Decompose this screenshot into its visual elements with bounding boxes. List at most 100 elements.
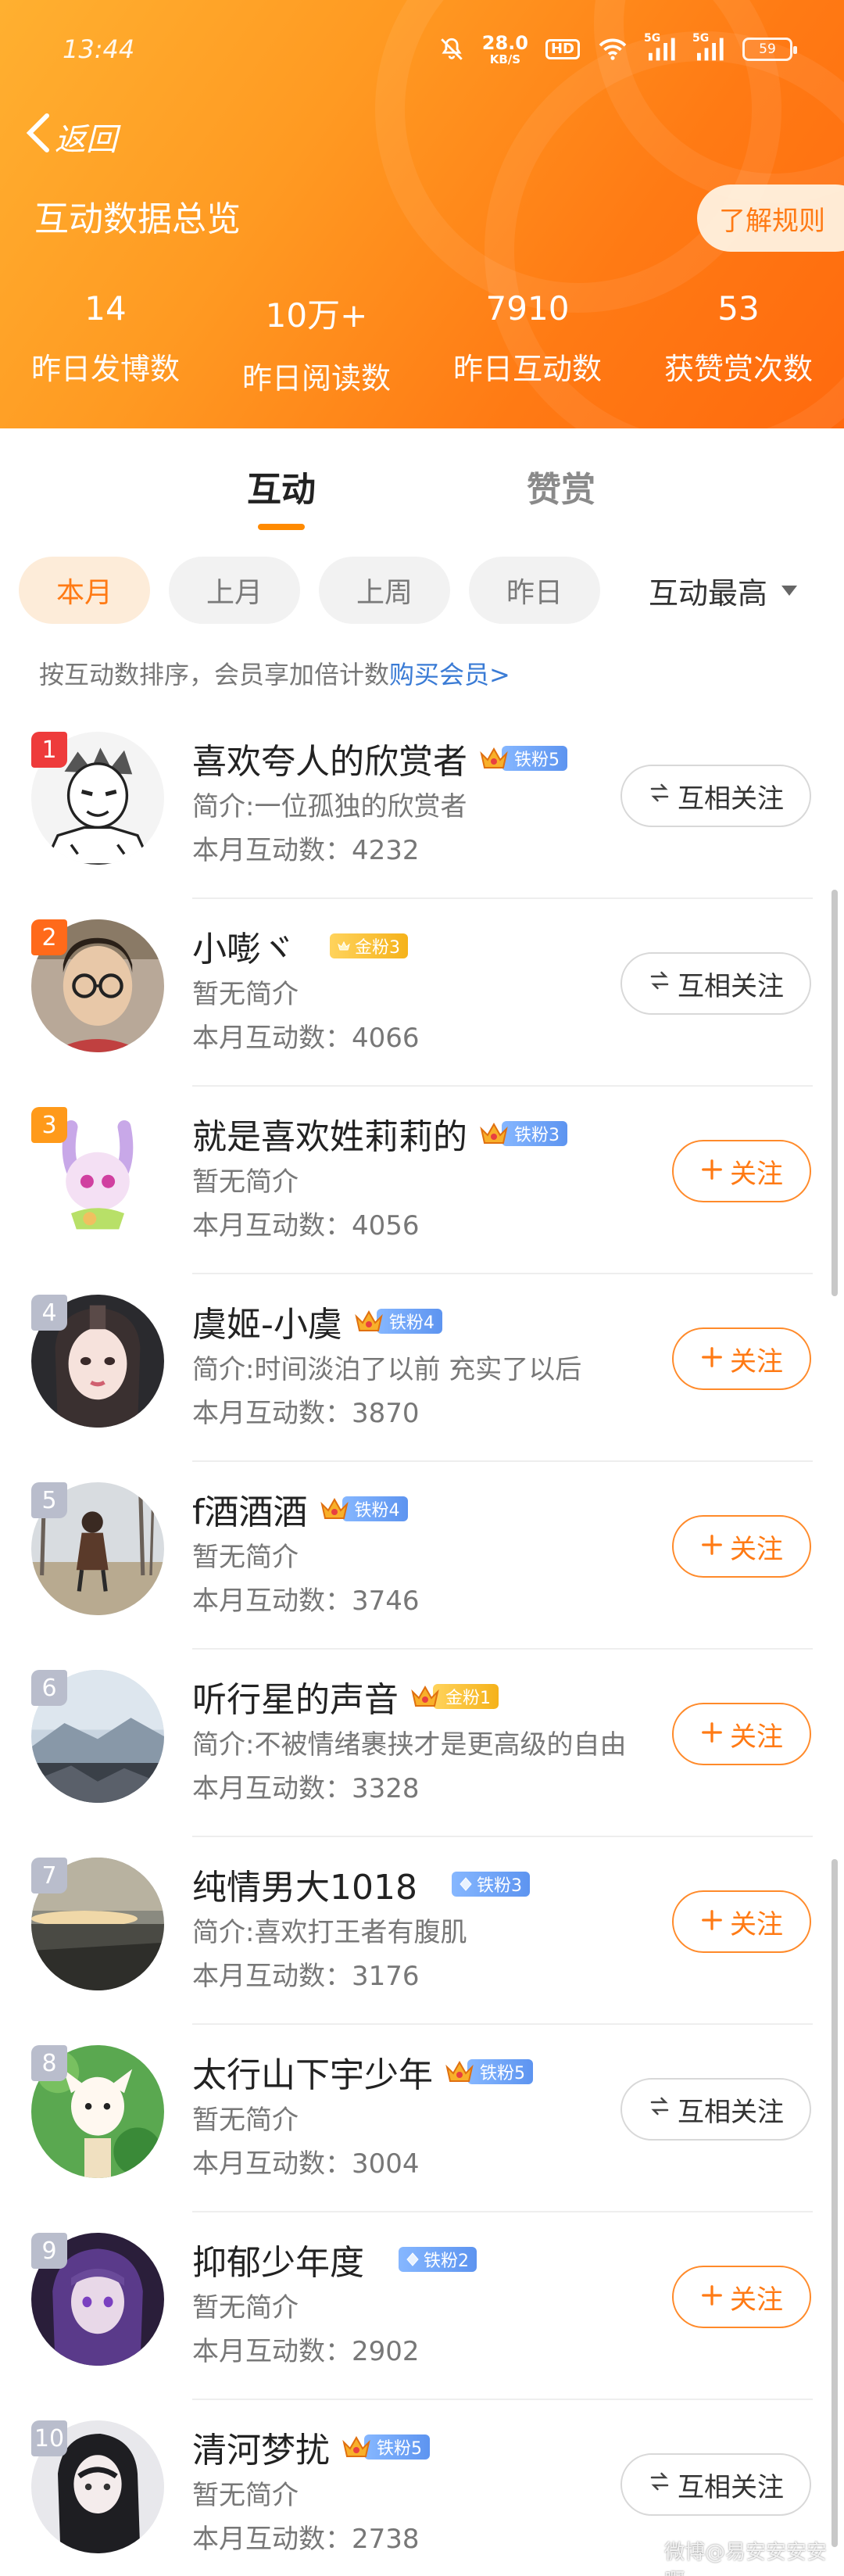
name-line: 抑郁少年度 铁粉2 <box>192 2234 477 2284</box>
mutual-follow-button[interactable]: 互相关注 <box>620 2078 811 2141</box>
crown-icon <box>353 1306 384 1337</box>
follow-label: 关注 <box>730 1908 783 1940</box>
tab-rewards[interactable]: 赞赏 <box>483 461 639 511</box>
swap-arrows-icon <box>648 780 671 811</box>
user-bio: 暂无简介 <box>192 1542 299 1573</box>
follow-button[interactable]: 关注 <box>672 1515 811 1578</box>
user-bio: 暂无简介 <box>192 2480 299 2511</box>
mutual-follow-button[interactable]: 互相关注 <box>620 2453 811 2516</box>
username[interactable]: f酒酒酒 <box>192 1484 308 1534</box>
follow-label: 关注 <box>730 2284 783 2316</box>
list-item[interactable]: 8 太行山下宇少年 铁粉5 暂无简介 本月互动数：3004 互相关注 <box>0 2025 844 2212</box>
scrollbar-thumb-lower[interactable] <box>831 1859 838 2547</box>
back-button[interactable]: 返回 <box>23 109 117 164</box>
username[interactable]: 抑郁少年度 <box>192 2234 364 2284</box>
stat-posts: 14 昨日发博数 <box>0 289 211 397</box>
gold-icon <box>306 930 338 962</box>
net-speed: 28.0 KB/S <box>481 31 528 66</box>
list-item[interactable]: 6 听行星的声音 金粉1 简介:不被情绪裹挟才是更高级的自由 本月互动数：332… <box>0 1650 844 1837</box>
filter-chip-last-week[interactable]: 上周 <box>319 557 450 624</box>
follow-button[interactable]: 关注 <box>672 1140 811 1202</box>
fan-badge: 铁粉4 <box>353 1306 442 1336</box>
tab-bar: 互动 赞赏 <box>0 428 844 530</box>
user-bio: 简介:喜欢打王者有腹肌 <box>192 1917 467 1948</box>
crown-icon <box>478 1118 510 1149</box>
mutual-follow-label: 互相关注 <box>678 970 784 1002</box>
follow-button[interactable]: 关注 <box>672 1327 811 1390</box>
plus-icon <box>700 1343 724 1374</box>
fan-badge: 铁粉3 <box>478 1119 567 1148</box>
list-item[interactable]: 3 就是喜欢姓莉莉的 铁粉3 暂无简介 本月互动数：4056 关注 <box>0 1087 844 1274</box>
fan-level-label: 铁粉5 <box>502 746 567 771</box>
interaction-count: 本月互动数：3004 <box>192 2148 420 2180</box>
list-item[interactable]: 4 虞姬-小虞 铁粉4 简介:时间淡泊了以前 充实了以后 本月互动数：3870 … <box>0 1274 844 1462</box>
interaction-count: 本月互动数：4056 <box>192 1210 420 1241</box>
fan-level-label: 铁粉4 <box>342 1496 408 1521</box>
swap-arrows-icon <box>648 2469 671 2500</box>
interaction-count: 本月互动数：4232 <box>192 835 420 866</box>
username[interactable]: 小嘭ヾ <box>192 921 295 971</box>
follow-button[interactable]: 关注 <box>672 1890 811 1953</box>
interaction-count: 本月互动数：3328 <box>192 1773 420 1804</box>
watermark: 微博@易安安安安啊 <box>664 2541 828 2576</box>
username[interactable]: 纯情男大1018 <box>192 1859 417 1909</box>
list-item[interactable]: 5 f酒酒酒 铁粉4 暂无简介 本月互动数：3746 关注 <box>0 1462 844 1650</box>
status-icons: 28.0 KB/S HD 5G 5G 59 <box>438 30 797 69</box>
fan-badge: 铁粉5 <box>444 2057 533 2087</box>
fan-badge: 金粉3 <box>306 931 408 961</box>
rules-button[interactable]: 了解规则 <box>697 185 844 252</box>
tab-underline <box>258 524 305 530</box>
crown-icon <box>478 743 510 774</box>
interaction-count: 本月互动数：2738 <box>192 2524 420 2555</box>
mutual-follow-button[interactable]: 互相关注 <box>620 765 811 827</box>
back-label: 返回 <box>55 122 117 158</box>
scrollbar-thumb[interactable] <box>831 890 838 1296</box>
mutual-follow-label: 互相关注 <box>678 2096 784 2128</box>
username[interactable]: 清河梦扰 <box>192 2422 330 2472</box>
filter-chip-this-month[interactable]: 本月 <box>19 557 150 624</box>
buy-membership-link[interactable]: 购买会员> <box>389 660 510 690</box>
list-item[interactable]: 1 喜欢夸人的欣赏者 铁粉5 简介:一位孤独的欣赏者 本月互动数：4232 互相… <box>0 711 844 899</box>
interaction-count: 本月互动数：2902 <box>192 2336 420 2367</box>
sort-label: 互动最高 <box>649 575 768 611</box>
stats-row: 14 昨日发博数 10万+ 昨日阅读数 7910 昨日互动数 53 获赞赏次数 <box>0 289 844 397</box>
stat-interactions: 7910 昨日互动数 <box>422 289 633 397</box>
stat-value: 7910 <box>485 289 570 328</box>
rank-badge: 10 <box>31 2420 67 2456</box>
plus-icon <box>700 1906 724 1937</box>
fan-badge: 铁粉5 <box>341 2432 430 2462</box>
rank-badge: 3 <box>31 1107 67 1143</box>
name-line: f酒酒酒 铁粉4 <box>192 1484 408 1534</box>
sort-hint: 按互动数排序，会员享加倍计数购买会员> <box>39 655 510 691</box>
fan-level-label: 铁粉5 <box>467 2059 533 2084</box>
list-item[interactable]: 9 抑郁少年度 铁粉2 暂无简介 本月互动数：2902 关注 <box>0 2212 844 2400</box>
filter-chip-last-month[interactable]: 上月 <box>169 557 300 624</box>
username[interactable]: 喜欢夸人的欣赏者 <box>192 733 467 783</box>
follow-button[interactable]: 关注 <box>672 2266 811 2328</box>
username[interactable]: 听行星的声音 <box>192 1671 399 1722</box>
fan-badge: 铁粉2 <box>375 2245 477 2274</box>
mutual-follow-button[interactable]: 互相关注 <box>620 952 811 1015</box>
fan-badge: 金粉1 <box>409 1682 499 1711</box>
interaction-count: 本月互动数：3176 <box>192 1961 420 1992</box>
name-line: 小嘭ヾ 金粉3 <box>192 921 408 971</box>
stat-label: 昨日阅读数 <box>241 361 391 396</box>
list-item[interactable]: 2 小嘭ヾ 金粉3 暂无简介 本月互动数：4066 互相关注 <box>0 899 844 1087</box>
stat-value: 53 <box>717 289 760 328</box>
username[interactable]: 太行山下宇少年 <box>192 2047 433 2097</box>
username[interactable]: 虞姬-小虞 <box>192 1296 342 1346</box>
follow-button[interactable]: 关注 <box>672 1703 811 1765</box>
follow-label: 关注 <box>730 1721 783 1753</box>
filter-chip-yesterday[interactable]: 昨日 <box>469 557 600 624</box>
fan-badge: 铁粉4 <box>319 1494 408 1524</box>
username[interactable]: 就是喜欢姓莉莉的 <box>192 1109 467 1159</box>
user-bio: 暂无简介 <box>192 979 299 1010</box>
rank-badge: 6 <box>31 1670 67 1706</box>
fan-badge: 铁粉3 <box>428 1869 530 1899</box>
caret-down-icon <box>781 585 798 596</box>
sort-dropdown[interactable]: 互动最高 <box>649 557 798 624</box>
mute-bell-icon <box>438 36 465 63</box>
tab-interactions[interactable]: 互动 <box>203 461 359 511</box>
stat-label: 昨日发博数 <box>30 352 180 386</box>
list-item[interactable]: 7 纯情男大1018 铁粉3 简介:喜欢打王者有腹肌 本月互动数：3176 关注 <box>0 1837 844 2025</box>
